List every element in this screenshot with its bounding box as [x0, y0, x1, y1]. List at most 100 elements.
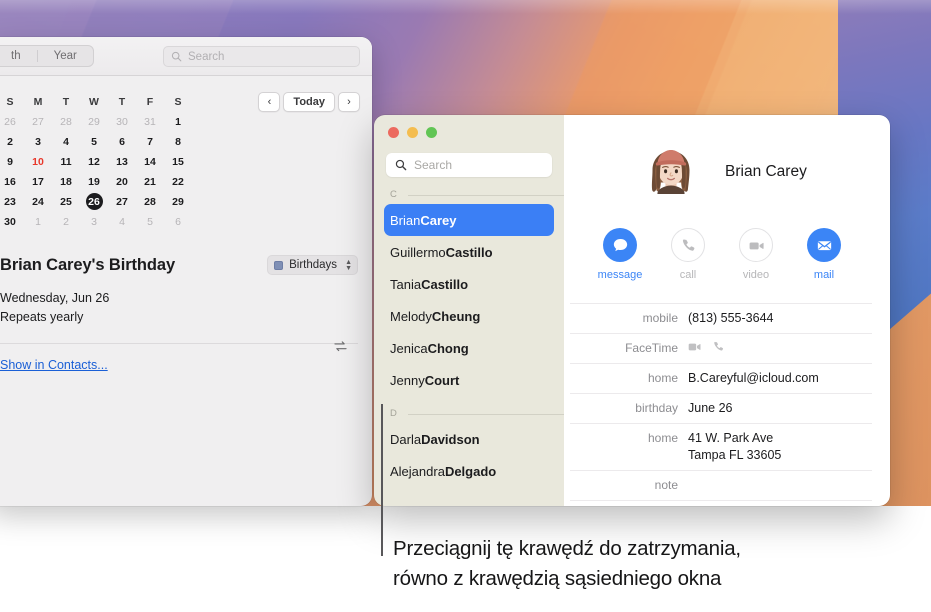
- calendar-day-cell[interactable]: 28: [52, 113, 80, 130]
- calendar-day-cell[interactable]: 29: [80, 113, 108, 130]
- calendar-day-cell[interactable]: 30: [108, 113, 136, 130]
- calendar-day-cell[interactable]: 20: [108, 173, 136, 190]
- contact-list-item[interactable]: Jenica Chong: [384, 332, 554, 364]
- calendar-color-swatch: [274, 260, 284, 270]
- call-action-button[interactable]: call: [654, 228, 722, 281]
- contact-name: Brian Carey: [725, 163, 807, 180]
- contact-list-item[interactable]: Melody Cheung: [384, 300, 554, 332]
- event-date: Wednesday, Jun 26: [0, 291, 110, 305]
- call-action-label: call: [679, 269, 697, 281]
- contact-list-item[interactable]: Jenny Court: [384, 364, 554, 396]
- calendar-day-cell[interactable]: 18: [52, 173, 80, 190]
- calendar-day-cell[interactable]: 1: [164, 113, 192, 130]
- calendar-day-cell[interactable]: 3: [24, 133, 52, 150]
- weekday-header: T: [118, 96, 126, 108]
- contact-list-item[interactable]: Tania Castillo: [384, 268, 554, 300]
- calendar-day-cell[interactable]: 30: [0, 213, 24, 230]
- mail-action-label: mail: [813, 269, 835, 281]
- calendar-day-cell[interactable]: 24: [24, 193, 52, 210]
- calendar-day-cell[interactable]: 2: [0, 133, 24, 150]
- repeat-icon: [333, 340, 348, 353]
- phone-icon[interactable]: [712, 340, 725, 353]
- section-divider: [408, 195, 564, 196]
- zoom-button[interactable]: [426, 127, 437, 138]
- calendar-day-cell[interactable]: 6: [108, 133, 136, 150]
- previous-month-button[interactable]: ‹: [258, 92, 281, 112]
- calendar-window: th Year Search ‹ Today › S M T W T F S 2…: [0, 37, 372, 506]
- calendar-day-cell[interactable]: 19: [80, 173, 108, 190]
- calendar-day-cell[interactable]: 28: [136, 193, 164, 210]
- contact-field-row[interactable]: home 41 W. Park Ave Tampa FL 33605: [570, 423, 872, 470]
- calendar-day-cell[interactable]: 10: [24, 153, 52, 170]
- weekday-header-row: S M T W T F S: [0, 94, 192, 110]
- segment-month[interactable]: th: [0, 46, 37, 66]
- calendar-day-cell[interactable]: 27: [108, 193, 136, 210]
- calendar-day-cell[interactable]: 4: [52, 133, 80, 150]
- calendar-day-cell[interactable]: 16: [0, 173, 24, 190]
- calendar-navigation: ‹ Today ›: [258, 92, 360, 112]
- calendar-day-cell[interactable]: 21: [136, 173, 164, 190]
- minimize-button[interactable]: [407, 127, 418, 138]
- calendar-select-value: Birthdays: [289, 259, 338, 271]
- message-action-button[interactable]: message: [586, 228, 654, 281]
- selected-day: 26: [85, 193, 103, 210]
- next-month-button[interactable]: ›: [338, 92, 360, 112]
- contact-last-name: Court: [424, 372, 460, 388]
- contact-field-row[interactable]: birthday June 26: [570, 393, 872, 423]
- calendar-day-cell[interactable]: 11: [52, 153, 80, 170]
- calendar-day-cell[interactable]: 14: [136, 153, 164, 170]
- close-button[interactable]: [388, 127, 399, 138]
- calendar-day-cell[interactable]: 23: [0, 193, 24, 210]
- mail-action-button[interactable]: mail: [790, 228, 858, 281]
- calendar-day-cell[interactable]: 5: [136, 213, 164, 230]
- calendar-day-cell[interactable]: 8: [164, 133, 192, 150]
- contact-list-item[interactable]: Darla Davidson: [384, 423, 554, 455]
- calendar-day-cell[interactable]: 12: [80, 153, 108, 170]
- contacts-search-field[interactable]: Search: [386, 153, 552, 177]
- wallpaper-top-fade: [0, 0, 931, 14]
- segment-year[interactable]: Year: [38, 46, 93, 66]
- contact-first-name: Tania: [390, 276, 422, 292]
- section-divider: [408, 414, 564, 415]
- contacts-search-placeholder: Search: [414, 158, 453, 172]
- contact-field-row[interactable]: FaceTime: [570, 333, 872, 363]
- calendar-day-cell[interactable]: 27: [24, 113, 52, 130]
- video-action-button[interactable]: video: [722, 228, 790, 281]
- contact-field-row[interactable]: note: [570, 470, 872, 501]
- contacts-section-header: C: [390, 189, 564, 200]
- calendar-day-cell[interactable]: 3: [80, 213, 108, 230]
- contact-list-item[interactable]: Brian Carey: [384, 204, 554, 236]
- calendar-day-cell[interactable]: 26: [80, 193, 108, 210]
- calendar-select[interactable]: Birthdays ▲ ▼: [267, 255, 358, 275]
- contacts-window: Search C Brian Carey Guillermo Castillo Tan…: [374, 115, 890, 506]
- calendar-day-cell[interactable]: 6: [164, 213, 192, 230]
- contact-field-row[interactable]: mobile (813) 555-3644: [570, 303, 872, 333]
- calendar-day-cell[interactable]: 31: [136, 113, 164, 130]
- show-in-contacts-link[interactable]: Show in Contacts...: [0, 358, 108, 372]
- video-camera-icon[interactable]: [688, 341, 703, 353]
- calendar-day-cell[interactable]: 25: [52, 193, 80, 210]
- calendar-day-cell[interactable]: 1: [24, 213, 52, 230]
- calendar-day-cell[interactable]: 29: [164, 193, 192, 210]
- contact-list-item[interactable]: Guillermo Castillo: [384, 236, 554, 268]
- contact-fields: mobile (813) 555-3644 FaceTime home B.Careyf…: [570, 303, 872, 501]
- envelope-icon: [807, 228, 841, 262]
- calendar-day-cell[interactable]: 26: [0, 113, 24, 130]
- calendar-day-cell[interactable]: 9: [0, 153, 24, 170]
- calendar-search-field[interactable]: Search: [163, 46, 360, 67]
- calendar-day-cell[interactable]: 4: [108, 213, 136, 230]
- calendar-day-cell[interactable]: 13: [108, 153, 136, 170]
- today-button[interactable]: Today: [283, 92, 335, 112]
- calendar-day-cell[interactable]: 7: [136, 133, 164, 150]
- contact-list-item[interactable]: Alejandra Delgado: [384, 455, 554, 487]
- calendar-day-cell[interactable]: 5: [80, 133, 108, 150]
- contact-field-row[interactable]: home B.Careyful@icloud.com: [570, 363, 872, 393]
- view-segmented-control[interactable]: th Year: [0, 45, 94, 67]
- contact-header: Brian Carey: [564, 115, 890, 204]
- contacts-list: C Brian Carey Guillermo Castillo Tania Cast…: [374, 189, 564, 487]
- memoji-avatar[interactable]: [639, 140, 703, 204]
- calendar-day-cell[interactable]: 22: [164, 173, 192, 190]
- calendar-day-cell[interactable]: 15: [164, 153, 192, 170]
- calendar-day-cell[interactable]: 2: [52, 213, 80, 230]
- calendar-day-cell[interactable]: 17: [24, 173, 52, 190]
